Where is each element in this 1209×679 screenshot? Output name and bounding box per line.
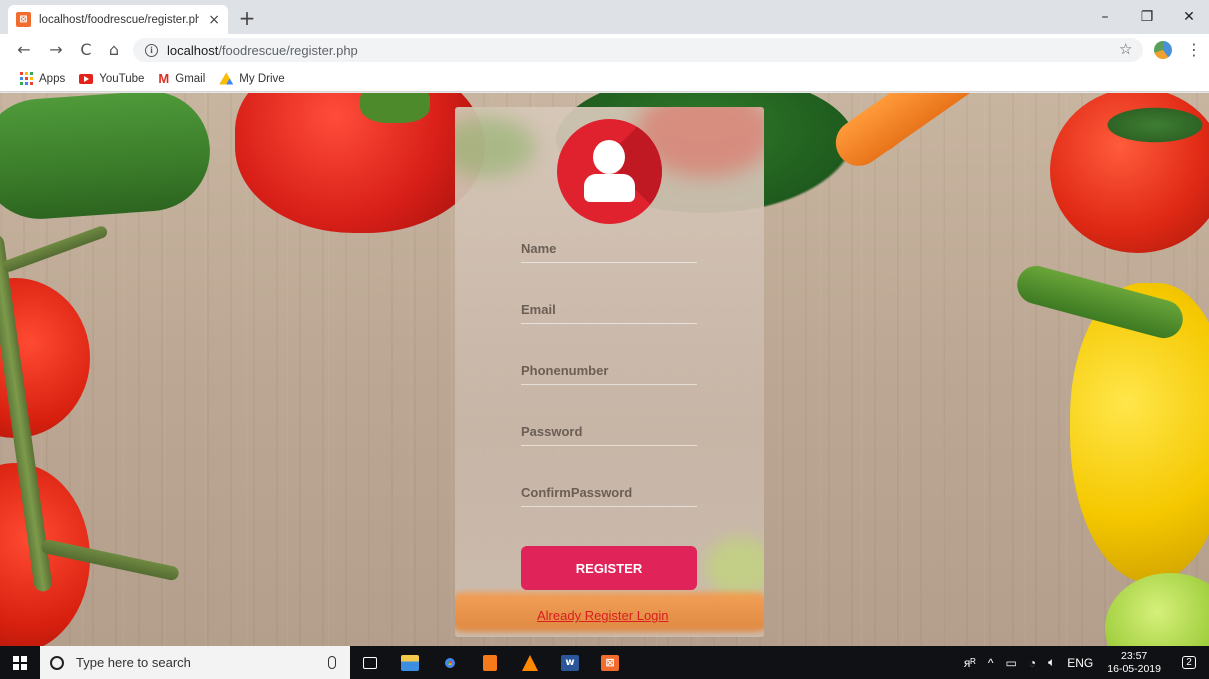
address-bar[interactable]: i localhost/foodrescue/register.php [133, 38, 1143, 62]
taskbar-search-box[interactable]: Type here to search [40, 646, 350, 679]
avatar-head-shape [593, 140, 625, 174]
cucumber-image [0, 93, 214, 223]
clock-date: 16-05-2019 [1107, 662, 1161, 675]
avatar-body-shape [584, 174, 635, 202]
minimize-button[interactable]: – [1085, 0, 1125, 34]
user-avatar-icon [557, 119, 662, 224]
bookmark-label: Apps [39, 72, 66, 85]
word-icon: w [561, 654, 579, 671]
bookmark-label: YouTube [99, 72, 145, 85]
browser-toolbar: ← → C ⌂ i localhost/foodrescue/register.… [0, 34, 1209, 66]
xampp-icon: ⊠ [601, 654, 619, 671]
red-pepper-image [235, 93, 485, 233]
xampp-button[interactable]: ⊠ [590, 646, 630, 679]
name-field-wrapper [521, 235, 697, 263]
carrot-image [826, 93, 1018, 175]
xampp-favicon-icon: ⊠ [16, 12, 31, 27]
chrome-icon [441, 653, 459, 672]
green-pepper-image [1105, 573, 1209, 646]
maximize-button[interactable]: ❐ [1127, 0, 1167, 34]
file-explorer-button[interactable] [390, 646, 430, 679]
home-button[interactable]: ⌂ [104, 40, 124, 60]
reload-button[interactable]: C [76, 40, 96, 60]
windows-taskbar: Type here to search w ⊠ ᴙᴿ ^ ▭ ◔ 🔈︎ ENG … [0, 646, 1209, 679]
taskbar-clock[interactable]: 23:57 16-05-2019 [1107, 650, 1161, 676]
confirm-password-field-wrapper [521, 479, 697, 507]
tab-title: localhost/foodrescue/register.ph [39, 13, 199, 26]
profile-avatar-icon[interactable] [1154, 41, 1172, 59]
microphone-icon[interactable] [328, 656, 336, 669]
language-indicator[interactable]: ENG [1067, 656, 1093, 670]
file-explorer-icon [401, 654, 419, 671]
red-pepper-stem-image [360, 93, 430, 123]
bookmark-my-drive[interactable]: My Drive [219, 72, 285, 85]
phonenumber-input[interactable] [521, 357, 697, 384]
login-link[interactable]: Already Register Login [537, 608, 669, 623]
browser-menu-icon[interactable]: ⋮ [1186, 40, 1202, 59]
register-button[interactable]: REGISTER [521, 546, 697, 590]
youtube-icon [79, 73, 94, 84]
notification-count: 2 [1182, 656, 1196, 669]
tomato-vine-image [1, 224, 109, 274]
card-blur-decoration [705, 537, 764, 597]
taskbar-search-placeholder: Type here to search [76, 655, 191, 670]
vlc-button[interactable] [510, 646, 550, 679]
name-input[interactable] [521, 235, 697, 262]
bookmark-youtube[interactable]: YouTube [79, 73, 144, 85]
info-icon[interactable]: i [145, 43, 158, 57]
url-text: localhost/foodrescue/register.php [167, 43, 358, 58]
apps-grid-icon [20, 72, 33, 85]
battery-icon[interactable]: ▭ [1005, 656, 1016, 670]
tab-close-icon[interactable]: × [208, 12, 220, 28]
wifi-icon[interactable]: ◔ [1029, 656, 1036, 670]
browser-tab[interactable]: ⊠ localhost/foodrescue/register.ph × [8, 5, 228, 34]
email-input[interactable] [521, 296, 697, 323]
url-host: localhost [167, 42, 219, 58]
task-view-icon [363, 656, 377, 669]
bookmark-gmail[interactable]: M Gmail [158, 71, 205, 86]
confirm-password-input[interactable] [521, 479, 697, 506]
word-button[interactable]: w [550, 646, 590, 679]
page-background: REGISTER Already Register Login [0, 93, 1209, 646]
sublime-text-icon [483, 654, 497, 671]
new-tab-button[interactable]: + [236, 6, 258, 30]
phonenumber-field-wrapper [521, 357, 697, 385]
password-input[interactable] [521, 418, 697, 445]
volume-icon[interactable]: 🔈︎ [1048, 655, 1055, 670]
vlc-icon [522, 654, 538, 671]
windows-logo-icon [13, 655, 27, 670]
task-view-button[interactable] [350, 646, 390, 679]
show-hidden-icons-chevron-icon[interactable]: ^ [988, 656, 994, 670]
system-tray: ᴙᴿ ^ ▭ ◔ 🔈︎ ENG 23:57 16-05-2019 2 [958, 646, 1209, 679]
people-icon[interactable]: ᴙᴿ [964, 656, 976, 670]
clock-time: 23:57 [1121, 649, 1148, 662]
close-window-button[interactable]: ✕ [1169, 0, 1209, 34]
drive-icon [219, 72, 234, 85]
browser-tab-bar: ⊠ localhost/foodrescue/register.ph × + –… [0, 0, 1209, 34]
card-blur-decoration [455, 117, 535, 177]
action-center-icon[interactable]: 2 [1169, 646, 1209, 679]
bookmark-star-icon[interactable]: ☆ [1119, 40, 1132, 58]
cortana-circle-icon [50, 655, 64, 670]
bookmark-label: Gmail [175, 72, 206, 85]
forward-button[interactable]: → [46, 40, 66, 60]
bookmark-apps[interactable]: Apps [20, 72, 65, 85]
tomato-stem-image [1100, 105, 1209, 145]
bookmark-label: My Drive [239, 72, 285, 85]
url-path: /foodrescue/register.php [218, 42, 358, 58]
register-card: REGISTER Already Register Login [455, 107, 764, 637]
back-button[interactable]: ← [14, 40, 34, 60]
email-field-wrapper [521, 296, 697, 324]
chrome-button[interactable] [430, 646, 470, 679]
sublime-text-button[interactable] [470, 646, 510, 679]
gmail-icon: M [158, 71, 170, 86]
start-button[interactable] [0, 646, 40, 679]
bookmarks-bar: Apps YouTube M Gmail My Drive [0, 66, 1209, 92]
password-field-wrapper [521, 418, 697, 446]
